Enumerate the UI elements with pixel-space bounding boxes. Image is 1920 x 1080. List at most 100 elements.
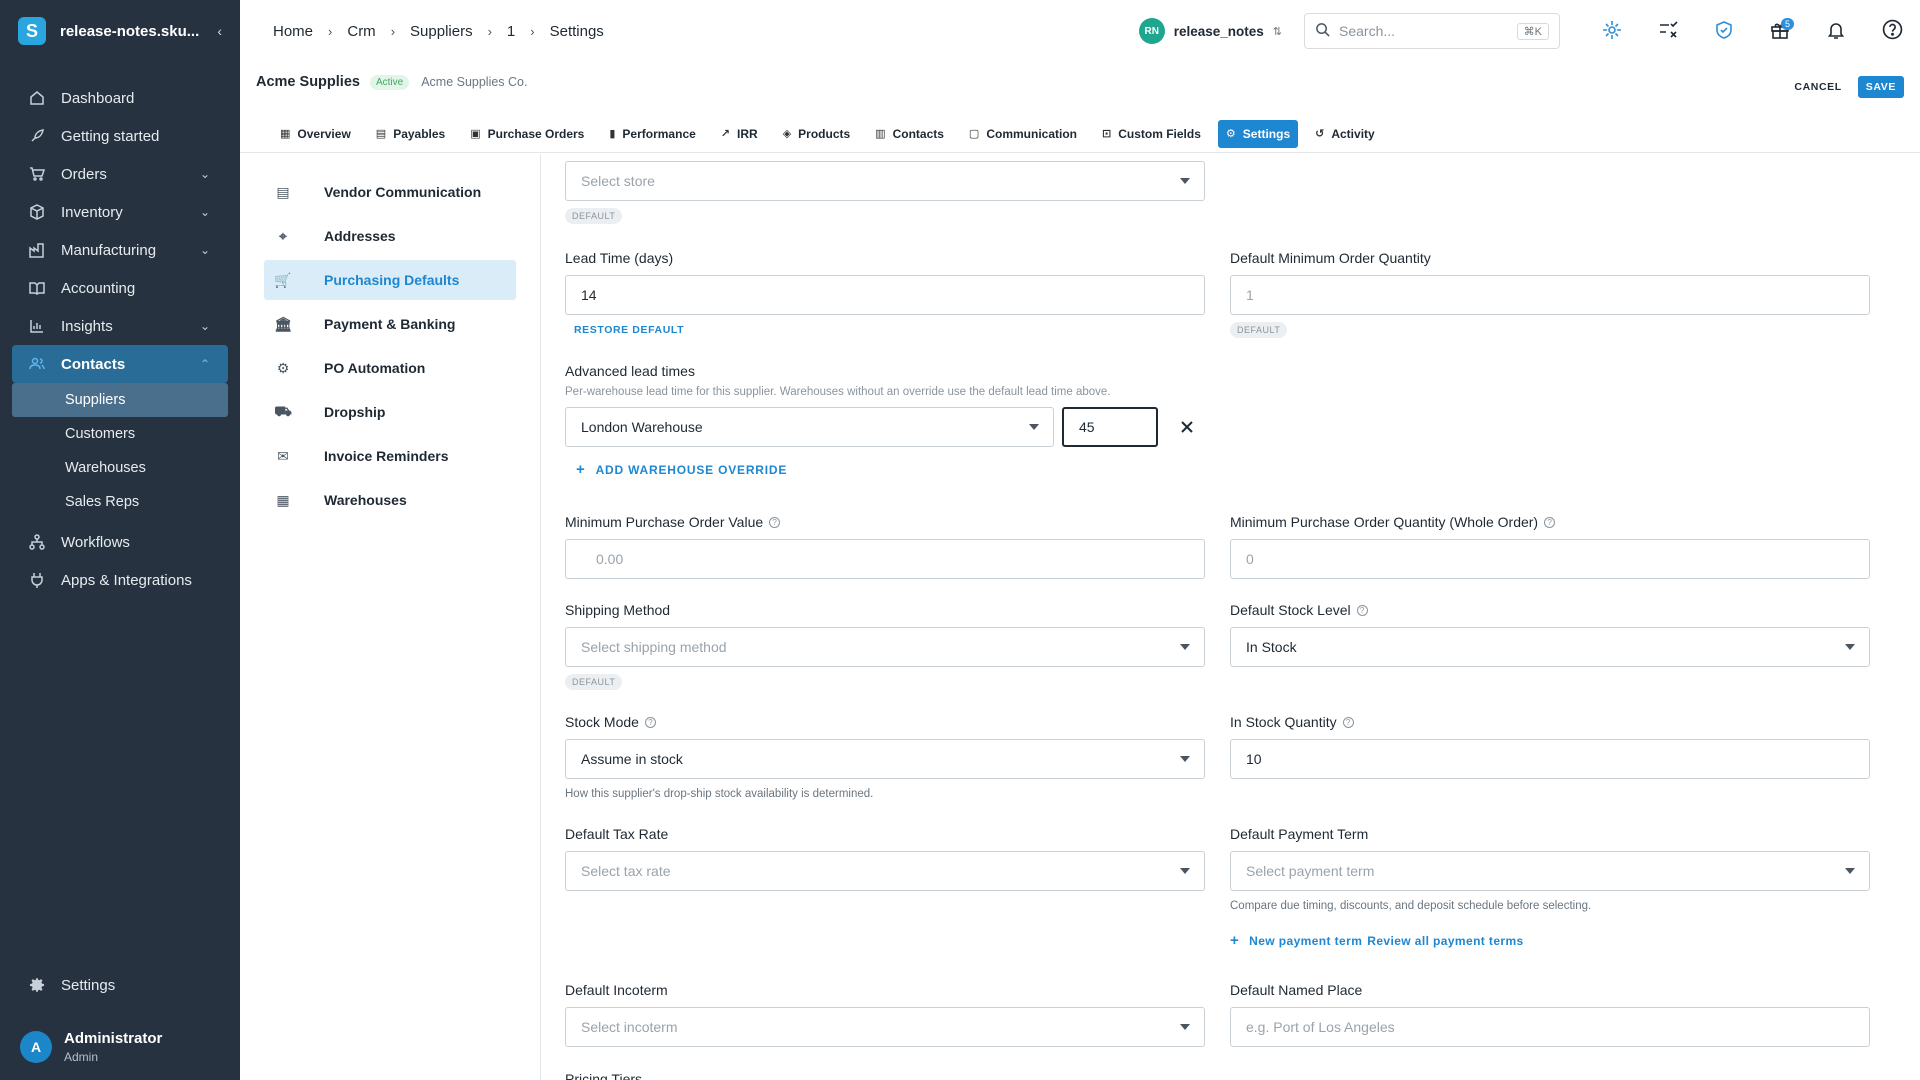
tab-settings[interactable]: ⚙ Settings <box>1217 119 1299 148</box>
history-icon: ↺ <box>1315 128 1325 140</box>
in-stock-qty-input[interactable]: 10 <box>1230 739 1870 779</box>
help-icon[interactable]: ? <box>1544 516 1556 528</box>
chevron-up-icon[interactable]: ⌃ <box>200 357 210 371</box>
incoterm-label-text: Default Incoterm <box>565 982 668 998</box>
sidebar-item-inventory[interactable]: Inventory ⌄ <box>0 193 240 231</box>
breadcrumb-crm[interactable]: Crm <box>347 23 375 40</box>
sidebar-item-label: Dashboard <box>61 89 135 107</box>
min-po-value-input[interactable]: 0.00 <box>565 539 1205 579</box>
save-button[interactable]: SAVE <box>1857 76 1904 98</box>
help-icon[interactable]: ? <box>644 716 656 728</box>
section-warehouses[interactable]: ▦ Warehouses <box>264 480 516 520</box>
tab-contacts[interactable]: ▥ Contacts <box>867 120 952 148</box>
help-icon[interactable]: ? <box>769 516 781 528</box>
workspace-switcher[interactable]: RN release_notes ⇅ <box>1138 18 1282 44</box>
avatar[interactable]: A <box>20 1031 52 1063</box>
named-place-field: Default Named Place e.g. Port of Los Ang… <box>1230 982 1870 1047</box>
chevron-down-icon[interactable]: ⌄ <box>200 205 210 219</box>
stock-mode-select[interactable]: Assume in stock <box>565 739 1205 779</box>
min-order-qty-field: Default Minimum Order Quantity 1 DEFAULT <box>1230 250 1870 338</box>
min-order-qty-input[interactable]: 1 <box>1230 275 1870 315</box>
sidebar-item-manufacturing[interactable]: Manufacturing ⌄ <box>0 231 240 269</box>
lead-time-input[interactable]: 14 <box>565 275 1205 315</box>
section-po-automation[interactable]: ⚙ PO Automation <box>264 348 516 388</box>
shipping-method-label-text: Shipping Method <box>565 602 671 618</box>
chevron-down-icon[interactable]: ⌄ <box>200 167 210 181</box>
sidebar-subitem-customers[interactable]: Customers <box>0 417 240 451</box>
sidebar-item-accounting[interactable]: Accounting <box>0 269 240 307</box>
app-title[interactable]: release-notes.sku... <box>60 23 217 40</box>
warehouse-select[interactable]: London Warehouse <box>565 407 1054 447</box>
help-button[interactable] <box>1864 0 1920 62</box>
tax-rate-placeholder: Select tax rate <box>581 863 671 879</box>
dropdown-arrow-icon <box>1845 644 1855 650</box>
chevron-down-icon[interactable]: ⌄ <box>200 319 210 333</box>
help-icon[interactable]: ? <box>1342 716 1354 728</box>
incoterm-select[interactable]: Select incoterm <box>565 1007 1205 1047</box>
gear-icon <box>28 976 46 994</box>
tab-communication[interactable]: ▢ Communication <box>961 120 1085 148</box>
warehouse-lead-time-input[interactable]: 45 <box>1062 407 1158 447</box>
sidebar-item-label: Apps & Integrations <box>61 571 192 589</box>
store-select[interactable]: Select store <box>565 161 1205 201</box>
remove-override-icon[interactable] <box>1180 420 1194 434</box>
user-menu[interactable]: A Administrator Admin <box>20 1030 162 1064</box>
default-chip: DEFAULT <box>565 208 623 224</box>
whats-new-button[interactable]: 5 <box>1752 0 1808 62</box>
lead-time-label: Lead Time (days) <box>565 250 1205 266</box>
section-addresses[interactable]: ⌖ Addresses <box>264 216 516 256</box>
message-icon: ▤ <box>276 183 290 200</box>
sidebar-subitem-warehouses[interactable]: Warehouses <box>0 451 240 485</box>
sidebar-item-contacts[interactable]: Contacts ⌃ <box>12 345 228 383</box>
tab-performance[interactable]: ▮ Performance <box>601 120 703 148</box>
sidebar-item-getting-started[interactable]: Getting started <box>0 117 240 155</box>
sidebar-item-orders[interactable]: Orders ⌄ <box>0 155 240 193</box>
section-invoice-reminders[interactable]: ✉ Invoice Reminders <box>264 436 516 476</box>
sidebar-item-settings[interactable]: Settings <box>0 966 240 1004</box>
min-po-qty-input[interactable]: 0 <box>1230 539 1870 579</box>
chevron-down-icon[interactable]: ⌄ <box>200 243 210 257</box>
sidebar-item-apps-integrations[interactable]: Apps & Integrations <box>0 561 240 599</box>
sidebar-item-workflows[interactable]: Workflows <box>0 523 240 561</box>
add-warehouse-override-button[interactable]: + ADD WAREHOUSE OVERRIDE <box>576 461 1765 478</box>
search-input[interactable]: Search... ⌘K <box>1304 13 1560 49</box>
tab-purchase-orders[interactable]: ▣ Purchase Orders <box>462 120 592 148</box>
payment-term-field: Default Payment Term Select payment term… <box>1230 826 1870 949</box>
tax-rate-select[interactable]: Select tax rate <box>565 851 1205 891</box>
tasks-button[interactable] <box>1640 0 1696 62</box>
collapse-sidebar-icon[interactable]: ‹ <box>217 23 222 39</box>
tab-custom-fields[interactable]: ⊡ Custom Fields <box>1094 120 1209 148</box>
notifications-button[interactable] <box>1808 0 1864 62</box>
stock-level-label-text: Default Stock Level <box>1230 602 1351 618</box>
sidebar-item-insights[interactable]: Insights ⌄ <box>0 307 240 345</box>
breadcrumb-record[interactable]: 1 <box>507 23 515 40</box>
tab-products[interactable]: ◈ Products <box>775 120 858 148</box>
tab-activity[interactable]: ↺ Activity <box>1307 120 1383 148</box>
tab-irr[interactable]: ↗ IRR <box>713 120 766 148</box>
section-payment-banking[interactable]: 🏛 Payment & Banking <box>264 304 516 344</box>
app-logo[interactable]: S <box>18 17 46 45</box>
new-payment-term-link[interactable]: New payment term <box>1249 934 1362 948</box>
min-order-qty-label: Default Minimum Order Quantity <box>1230 250 1870 266</box>
restore-default-link[interactable]: RESTORE DEFAULT <box>574 324 1205 336</box>
shipping-method-select[interactable]: Select shipping method <box>565 627 1205 667</box>
ai-sparkle-button[interactable] <box>1584 0 1640 62</box>
cancel-button[interactable]: CANCEL <box>1794 81 1841 93</box>
security-button[interactable] <box>1696 0 1752 62</box>
help-icon[interactable]: ? <box>1356 604 1368 616</box>
stock-mode-label-text: Stock Mode <box>565 714 639 730</box>
review-payment-terms-link[interactable]: Review all payment terms <box>1367 934 1523 948</box>
section-purchasing-defaults[interactable]: 🛒 Purchasing Defaults <box>264 260 516 300</box>
sidebar-item-dashboard[interactable]: Dashboard <box>0 79 240 117</box>
breadcrumb-home[interactable]: Home <box>273 23 313 40</box>
section-vendor-communication[interactable]: ▤ Vendor Communication <box>264 172 516 212</box>
tab-overview[interactable]: ▦ Overview <box>272 120 359 148</box>
stock-level-select[interactable]: In Stock <box>1230 627 1870 667</box>
sidebar-subitem-sales-reps[interactable]: Sales Reps <box>0 485 240 519</box>
tab-payables[interactable]: ▤ Payables <box>368 120 453 148</box>
payment-term-select[interactable]: Select payment term <box>1230 851 1870 891</box>
breadcrumb-suppliers[interactable]: Suppliers <box>410 23 473 40</box>
named-place-input[interactable]: e.g. Port of Los Angeles <box>1230 1007 1870 1047</box>
sidebar-subitem-suppliers[interactable]: Suppliers <box>12 383 228 417</box>
section-dropship[interactable]: ⛟ Dropship <box>264 392 516 432</box>
